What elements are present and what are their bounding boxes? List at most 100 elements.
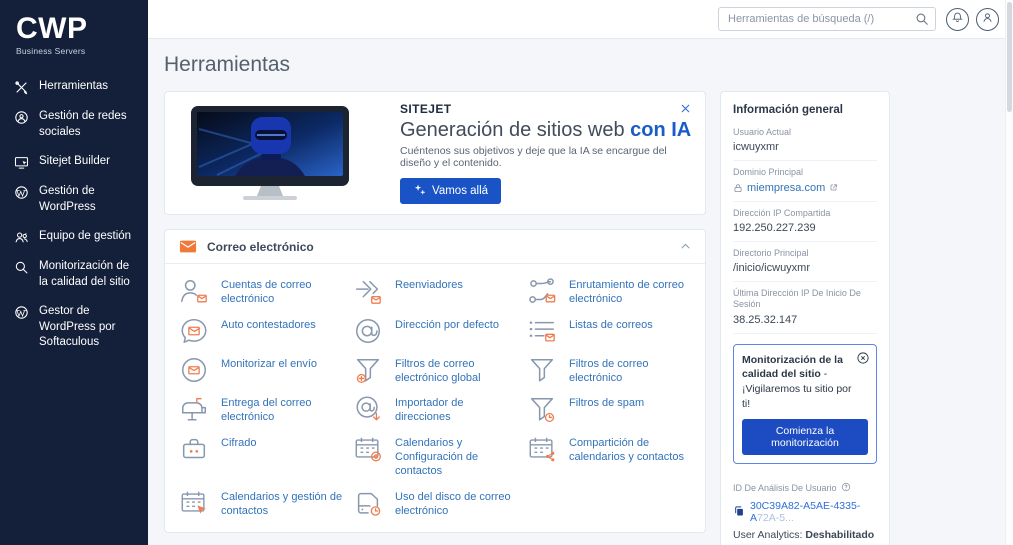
lock-icon [733, 183, 743, 193]
tool-item[interactable]: Calendarios y gestión de contactos [179, 488, 343, 519]
analytics-id: 30C39A82-A5AE-4335-A72A-5... [750, 500, 861, 525]
wordpress-icon [14, 185, 30, 200]
banner-title: Generación de sitios web con IA [400, 119, 692, 141]
logo-subtitle: Business Servers [16, 46, 86, 56]
tool-item[interactable]: Filtros de correo electrónico [527, 355, 691, 386]
bell-icon [951, 11, 964, 27]
analytics-id-row[interactable]: 30C39A82-A5AE-4335-A72A-5... [733, 500, 877, 524]
tool-item-label: Calendarios y gestión de contactos [221, 490, 343, 517]
sidebar-item-5[interactable]: Monitorización de la calidad del sitio [0, 252, 148, 297]
search-input[interactable] [718, 7, 936, 31]
tool-item-label: Filtros de correo electrónico [569, 357, 649, 384]
track-delivery-icon [179, 355, 209, 385]
close-icon [679, 103, 692, 118]
tool-item-label: Calendarios y Configuración de contactos [395, 436, 479, 478]
copy-icon [733, 505, 745, 520]
analytics-label: ID De Análisis De Usuario [733, 483, 837, 494]
monitoring-promo-card: Monitorización de la calidad del sitio -… [733, 343, 877, 465]
tool-item[interactable]: Cuentas de correo electrónico [179, 276, 343, 307]
calendars-contacts-config-icon [353, 434, 383, 464]
external-link-icon [829, 183, 838, 192]
email-accounts-icon [179, 276, 209, 306]
tool-item-label: Entrega del correo electrónico [221, 397, 312, 424]
email-filters-icon [527, 355, 557, 385]
content: Herramientas SITEJET Generación de sitio… [148, 39, 1013, 545]
sidebar-item-label: Sitejet Builder [39, 155, 110, 168]
info-field-label: Directorio Principal [733, 247, 809, 258]
tool-item-label: Cifrado [221, 436, 257, 449]
section-header[interactable]: Correo electrónico [165, 230, 705, 264]
tool-item[interactable]: Auto contestadores [179, 316, 343, 346]
autoresponders-icon [179, 316, 209, 346]
logo-text: CWP [16, 12, 88, 45]
default-address-icon [353, 316, 383, 346]
promo-close-button[interactable] [855, 350, 871, 369]
promo-title-bold: Monitorización de la calidad del sitio [742, 353, 843, 381]
sidebar-item-4[interactable]: Equipo de gestión [0, 222, 148, 252]
account-button[interactable] [976, 7, 999, 31]
domain-link-text: miempresa.com [747, 181, 826, 194]
tool-item[interactable]: Enrutamiento de correo electrónico [527, 276, 691, 307]
tool-item-label: Listas de correos [569, 318, 653, 331]
banner-cta-button[interactable]: Vamos allá [400, 178, 502, 204]
domain-link[interactable]: miempresa.com [733, 182, 877, 194]
info-field: Directorio Principal/inicio/icwuyxmr [733, 242, 877, 282]
user-icon [981, 11, 994, 27]
search-wrap [718, 7, 936, 31]
start-monitoring-button[interactable]: Comienza la monitorización [742, 419, 868, 456]
tool-item[interactable]: Filtros de spam [527, 394, 691, 425]
email-disk-usage-icon [353, 488, 383, 518]
info-field-value: icwuyxmr [733, 141, 779, 154]
tool-item-label: Monitorizar el envío [221, 357, 317, 370]
mail-section-icon [179, 239, 197, 254]
sections-container: Correo electrónico Cuentas de correo elec… [164, 229, 706, 545]
robot-monitor-image [177, 105, 382, 201]
info-field: Dominio Principal miempresa.com [733, 161, 877, 202]
address-importer-icon [353, 394, 383, 424]
help-icon[interactable] [841, 482, 851, 494]
info-field-value: /inicio/icwuyxmr [733, 262, 811, 274]
tool-item[interactable]: Entrega del correo electrónico [179, 394, 343, 425]
tool-item[interactable]: Listas de correos [527, 316, 691, 346]
banner-close-button[interactable] [677, 100, 694, 120]
promo-text: Monitorización de la calidad del sitio -… [742, 353, 852, 410]
tool-item[interactable]: Compartición de calendarios y contactos [527, 434, 691, 479]
tool-item[interactable]: Dirección por defecto [353, 316, 517, 346]
sidebar-item-6[interactable]: Gestor de WordPress por Softaculous [0, 297, 148, 358]
analytics-label-row: ID De Análisis De Usuario [733, 482, 877, 494]
info-field: Última Dirección IP De Inicio De Sesión 3… [733, 282, 877, 334]
notifications-button[interactable] [946, 7, 969, 31]
tool-item[interactable]: Uso del disco de correo electrónico [353, 488, 517, 519]
tool-item[interactable]: Reenviadores [353, 276, 517, 307]
tool-item[interactable]: Calendarios y Configuración de contactos [353, 434, 517, 479]
tool-item[interactable]: Cifrado [179, 434, 343, 479]
scrollbar[interactable] [1005, 0, 1013, 545]
sidebar-nav: Herramientas Gestión de redes sociales Sit… [0, 72, 148, 358]
tool-item-label: Uso del disco de correo electrónico [395, 490, 511, 517]
tool-item-label: Filtros de spam [569, 397, 645, 410]
sidebar-item-0[interactable]: Herramientas [0, 72, 148, 102]
sidebar-item-2[interactable]: Sitejet Builder [0, 147, 148, 177]
sidebar-item-1[interactable]: Gestión de redes sociales [0, 102, 148, 147]
scrollbar-thumb[interactable] [1007, 2, 1012, 112]
sidebar-item-label: Herramientas [39, 80, 109, 92]
forwarders-icon [353, 276, 383, 306]
tool-item[interactable]: Monitorizar el envío [179, 355, 343, 386]
banner-cta-label: Vamos allá [432, 185, 489, 197]
tool-item[interactable]: Importador de direcciones [353, 394, 517, 425]
tool-grid: Cuentas de correo electrónico Reenviadore… [165, 264, 705, 532]
info-field: Usuario Actual icwuyxmr [733, 121, 877, 162]
tool-item[interactable]: Filtros de correo electrónico global [353, 355, 517, 386]
tools-icon [14, 80, 30, 95]
info-field-label: Dominio Principal [733, 167, 804, 178]
cwp-logo[interactable]: CWP Business Servers [0, 12, 148, 72]
banner-title-accent: con IA [630, 119, 692, 141]
sidebar-item-3[interactable]: Gestión de WordPress [0, 177, 148, 222]
section-title: Correo electrónico [207, 239, 314, 254]
main-area: Herramientas de búsqueda (/) Herramienta… [148, 0, 1013, 545]
app: CWP Business Servers Herramientas Gestión… [0, 0, 1013, 545]
sections-column: SITEJET Generación de sitios web con IA … [164, 91, 706, 545]
sidebar-item-label: Gestión de WordPress [39, 185, 96, 213]
social-icon [14, 110, 30, 125]
email-routing-icon [527, 276, 557, 306]
